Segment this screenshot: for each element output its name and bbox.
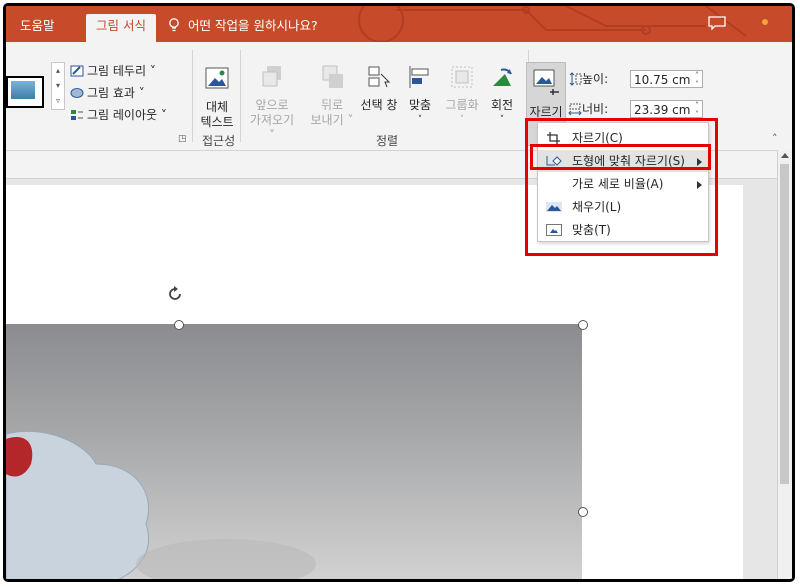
width-control: 너비:	[568, 100, 608, 117]
resize-handle-top-right[interactable]	[578, 320, 588, 330]
layout-icon	[71, 110, 83, 120]
vertical-scrollbar[interactable]	[777, 150, 792, 579]
app-window: 도움말 그림 서식 어떤 작업을 원하시나요? ▴ ▾ ▿ 그림 테두리 ˅ 그림	[3, 3, 795, 582]
rotate-icon	[493, 68, 512, 86]
send-backward-label-2: 보내기	[310, 113, 344, 127]
group-icon	[451, 66, 473, 88]
picture-border-button[interactable]: 그림 테두리 ˅	[70, 62, 156, 80]
group-button[interactable]: 그룹화 ˅	[442, 64, 482, 128]
bring-forward-icon	[262, 66, 281, 87]
bring-forward-label-2: 가져오기	[249, 113, 295, 127]
styles-dialog-launcher-icon[interactable]: ◳	[178, 134, 187, 144]
comment-icon[interactable]	[708, 16, 726, 30]
height-value: 10.75 cm	[634, 73, 691, 87]
width-label: 너비:	[582, 102, 609, 116]
alt-text-label-2: 텍스트	[200, 115, 234, 129]
tab-bar: 도움말 그림 서식 어떤 작업을 원하시나요?	[6, 6, 792, 42]
separator	[192, 50, 193, 142]
resize-handle-right[interactable]	[578, 507, 588, 517]
height-control: 높이:	[568, 70, 608, 87]
width-icon	[568, 103, 582, 116]
send-backward-button[interactable]: 뒤로 보내기 ˅	[308, 64, 356, 128]
height-input[interactable]: 10.75 cm ˄ ˅	[630, 70, 703, 89]
crop-icon	[533, 69, 559, 95]
picture-style-thumbnail[interactable]	[6, 76, 44, 108]
send-backward-label-1: 뒤로	[320, 98, 344, 112]
bring-forward-button[interactable]: 앞으로 가져오기 ˅	[246, 64, 298, 143]
rotate-handle-icon[interactable]	[166, 285, 184, 303]
selected-picture[interactable]	[6, 324, 582, 579]
highlight-box-crop-to-shape	[530, 144, 711, 170]
bring-forward-label-1: 앞으로	[255, 98, 289, 112]
align-label: 맞춤	[408, 98, 432, 112]
height-spinner[interactable]: ˄ ˅	[695, 71, 699, 89]
tell-me-text: 어떤 작업을 원하시나요?	[188, 18, 318, 33]
align-button[interactable]: 맞춤 ˅	[402, 64, 438, 128]
tab-help[interactable]: 도움말	[10, 14, 65, 42]
rotate-label: 회전	[490, 98, 514, 112]
lightbulb-icon	[169, 18, 179, 32]
arrange-group-label: 정렬	[376, 134, 399, 148]
rotate-button[interactable]: 회전 ˅	[484, 64, 520, 128]
cloud-image	[6, 430, 316, 579]
status-dot	[762, 19, 768, 25]
scrollbar-thumb[interactable]	[780, 164, 789, 484]
picture-border-label: 그림 테두리	[87, 64, 147, 78]
accessibility-group-label: 접근성	[202, 134, 236, 148]
collapse-ribbon-icon[interactable]: ˄	[772, 132, 778, 145]
pencil-icon	[70, 65, 84, 77]
picture-layout-label: 그림 레이아웃	[87, 108, 158, 122]
group-label: 그룹화	[445, 98, 479, 112]
picture-effects-label: 그림 효과	[87, 86, 135, 100]
tab-picture-format[interactable]: 그림 서식	[86, 14, 156, 42]
height-label: 높이:	[582, 72, 609, 86]
selection-pane-button[interactable]: 선택 창	[358, 64, 400, 113]
alt-text-button[interactable]: 대체 텍스트	[199, 66, 235, 130]
selection-pane-label: 선택 창	[360, 98, 398, 112]
effects-icon	[70, 88, 84, 98]
resize-handle-top[interactable]	[174, 320, 184, 330]
send-backward-icon	[322, 65, 343, 88]
width-spinner[interactable]: ˄ ˅	[695, 101, 699, 119]
tell-me-box[interactable]: 어떤 작업을 원하시나요?	[168, 14, 318, 38]
height-icon	[569, 72, 582, 86]
align-icon	[409, 66, 429, 88]
picture-layout-button[interactable]: 그림 레이아웃 ˅	[70, 106, 167, 124]
style-gallery-scroll[interactable]: ▴ ▾ ▿	[51, 62, 65, 110]
alt-text-icon	[205, 67, 229, 89]
highlight-box-menu	[525, 118, 718, 256]
width-value: 23.39 cm	[634, 103, 691, 117]
alt-text-label-1: 대체	[205, 100, 229, 114]
separator	[240, 50, 241, 142]
width-input[interactable]: 23.39 cm ˄ ˅	[630, 100, 703, 119]
picture-effects-button[interactable]: 그림 효과 ˅	[70, 84, 145, 102]
scroll-up-icon[interactable]	[781, 153, 789, 158]
selection-pane-icon	[368, 66, 391, 88]
